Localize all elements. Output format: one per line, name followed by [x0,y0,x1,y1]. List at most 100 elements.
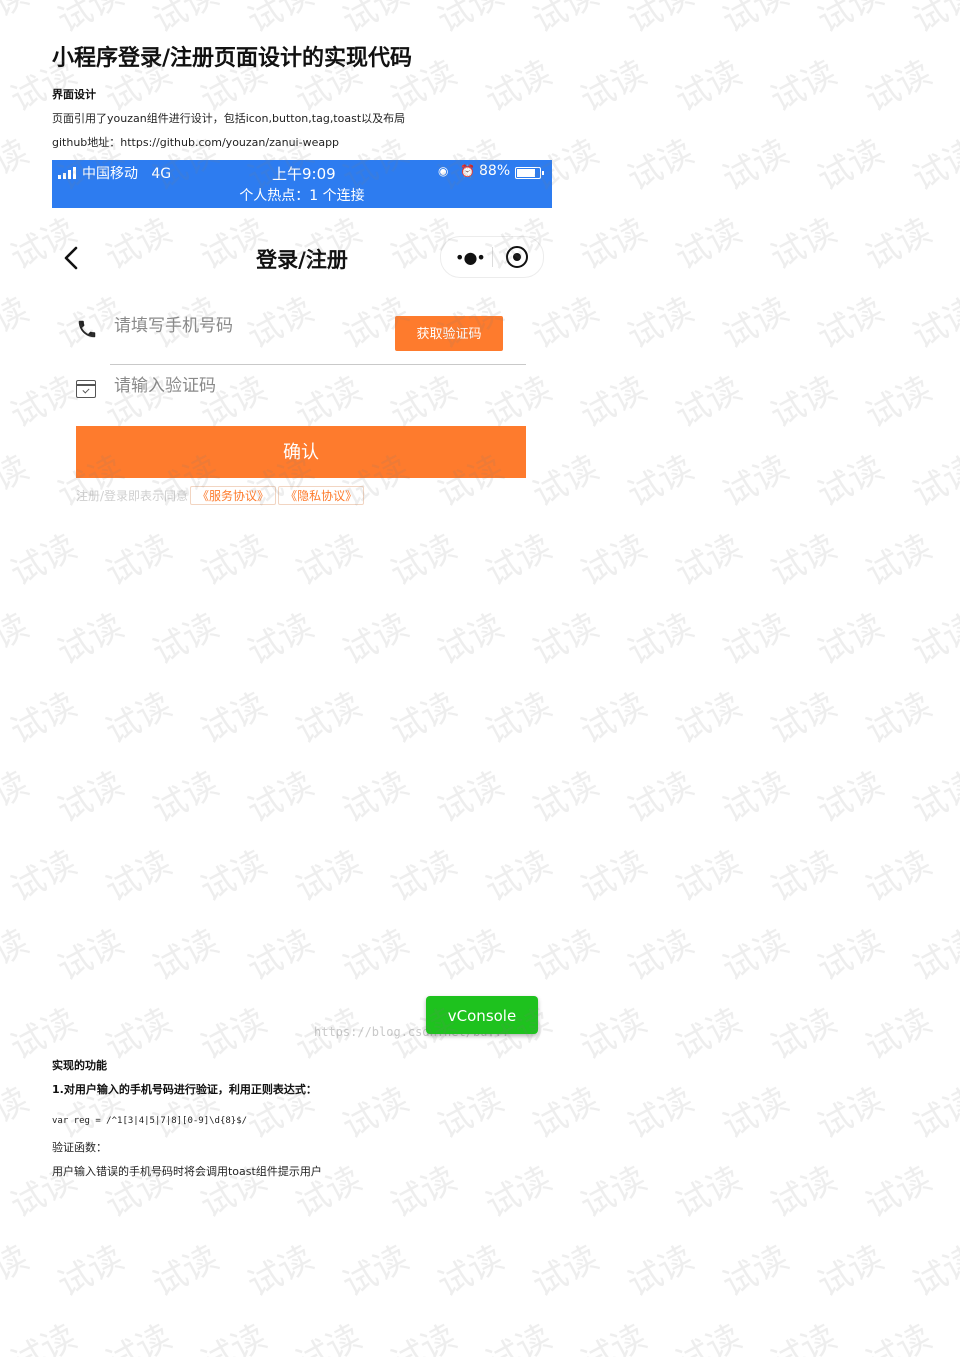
target-icon[interactable] [506,246,528,268]
watermark-text: 试读 [811,921,891,990]
watermark-text: 试读 [716,605,796,674]
confirm-button[interactable]: 确认 [76,426,526,478]
watermark-text: 试读 [954,52,960,121]
watermark-text: 试读 [194,526,274,595]
watermark-text: 试读 [99,684,179,753]
watermark-text: 试读 [906,1237,960,1306]
watermark-text: 试读 [621,447,701,516]
watermark-text: 试读 [289,842,369,911]
watermark-text: 试读 [0,0,36,42]
watermark-text: 试读 [859,368,939,437]
watermark-text: 试读 [764,1000,844,1069]
watermark-text: 试读 [384,1316,464,1357]
privacy-agreement-tag[interactable]: 《隐私协议》 [278,486,365,505]
watermark-text: 试读 [906,289,960,358]
watermark-text: 试读 [716,0,796,42]
watermark-text: 试读 [859,210,939,279]
watermark-text: 试读 [431,1237,511,1306]
watermark-text: 试读 [906,1079,960,1148]
toast-description: 用户输入错误的手机号码时将会调用toast组件提示用户 [52,1165,322,1178]
watermark-text: 试读 [51,0,131,42]
watermark-text: 试读 [859,1000,939,1069]
watermark-text: 试读 [621,763,701,832]
design-description: 页面引用了youzan组件进行设计，包括icon,button,tag,toas… [52,112,406,125]
watermark-text: 试读 [384,1158,464,1227]
watermark-text: 试读 [146,1237,226,1306]
verification-code-input[interactable] [114,376,494,396]
watermark-text: 试读 [384,842,464,911]
watermark-text: 试读 [906,921,960,990]
watermark-text: 试读 [431,605,511,674]
mini-program-capsule: •●• [440,236,544,278]
watermark-text: 试读 [859,1158,939,1227]
watermark-text: 试读 [621,921,701,990]
calendar-check-icon [76,380,96,398]
watermark-text: 试读 [954,1000,960,1069]
phone-number-input[interactable] [114,316,394,336]
watermark-text: 试读 [4,526,84,595]
watermark-text: 试读 [669,368,749,437]
watermark-text: 试读 [146,763,226,832]
watermark-text: 试读 [906,447,960,516]
watermark-text: 试读 [621,0,701,42]
watermark-text: 试读 [764,684,844,753]
watermark-text: 试读 [621,131,701,200]
document-title: 小程序登录/注册页面设计的实现代码 [52,46,413,71]
watermark-text: 试读 [0,1079,36,1148]
vconsole-button[interactable]: vConsole [426,996,538,1034]
agreement-line: 注册/登录即表示同意 《服务协议》 《隐私协议》 [76,486,365,505]
carrier-label: 中国移动 4G [82,166,172,182]
watermark-text: 试读 [526,1237,606,1306]
hotspot-status: 个人热点：1 个连接 [239,188,365,204]
service-agreement-tag[interactable]: 《服务协议》 [190,486,277,505]
watermark-text: 试读 [241,1237,321,1306]
watermark-text: 试读 [669,842,749,911]
section-heading-design: 界面设计 [52,88,96,101]
signal-icon [58,167,80,179]
github-link[interactable]: github地址：https://github.com/youzan/zanui… [52,134,339,150]
watermark-text: 试读 [859,1316,939,1357]
watermark-text: 试读 [336,921,416,990]
watermark-text: 试读 [431,763,511,832]
capsule-divider [492,247,493,267]
watermark-text: 试读 [194,1000,274,1069]
watermark-text: 试读 [716,289,796,358]
agreement-text: 注册/登录即表示同意 [76,489,189,503]
watermark-text: 试读 [811,1079,891,1148]
get-code-button[interactable]: 获取验证码 [395,316,503,351]
watermark-text: 试读 [716,1079,796,1148]
watermark-text: 试读 [764,1158,844,1227]
watermark-text: 试读 [906,605,960,674]
watermark-text: 试读 [954,1158,960,1227]
watermark-text: 试读 [764,368,844,437]
watermark-text: 试读 [811,447,891,516]
watermark-text: 试读 [384,526,464,595]
verify-function-label: 验证函数： [52,1141,107,1154]
watermark-text: 试读 [811,1237,891,1306]
watermark-text: 试读 [811,289,891,358]
watermark-text: 试读 [479,526,559,595]
watermark-text: 试读 [954,210,960,279]
watermark-text: 试读 [0,921,36,990]
watermark-text: 试读 [241,763,321,832]
battery-percent: 88% [479,163,511,179]
section-heading-features: 实现的功能 [52,1059,107,1072]
watermark-text: 试读 [764,526,844,595]
watermark-text: 试读 [716,1237,796,1306]
watermark-text: 试读 [289,684,369,753]
watermark-text: 试读 [431,0,511,42]
watermark-text: 试读 [0,605,36,674]
watermark-text: 试读 [716,131,796,200]
watermark-text: 试读 [336,0,416,42]
watermark-text: 试读 [574,52,654,121]
watermark-text: 试读 [906,0,960,42]
watermark-text: 试读 [669,52,749,121]
watermark-text: 试读 [0,1237,36,1306]
ellipsis-icon[interactable]: •●• [455,248,486,267]
watermark-text: 试读 [289,1316,369,1357]
watermark-text: 试读 [764,842,844,911]
watermark-text: 试读 [4,842,84,911]
watermark-text: 试读 [0,763,36,832]
watermark-text: 试读 [669,684,749,753]
watermark-text: 试读 [764,52,844,121]
